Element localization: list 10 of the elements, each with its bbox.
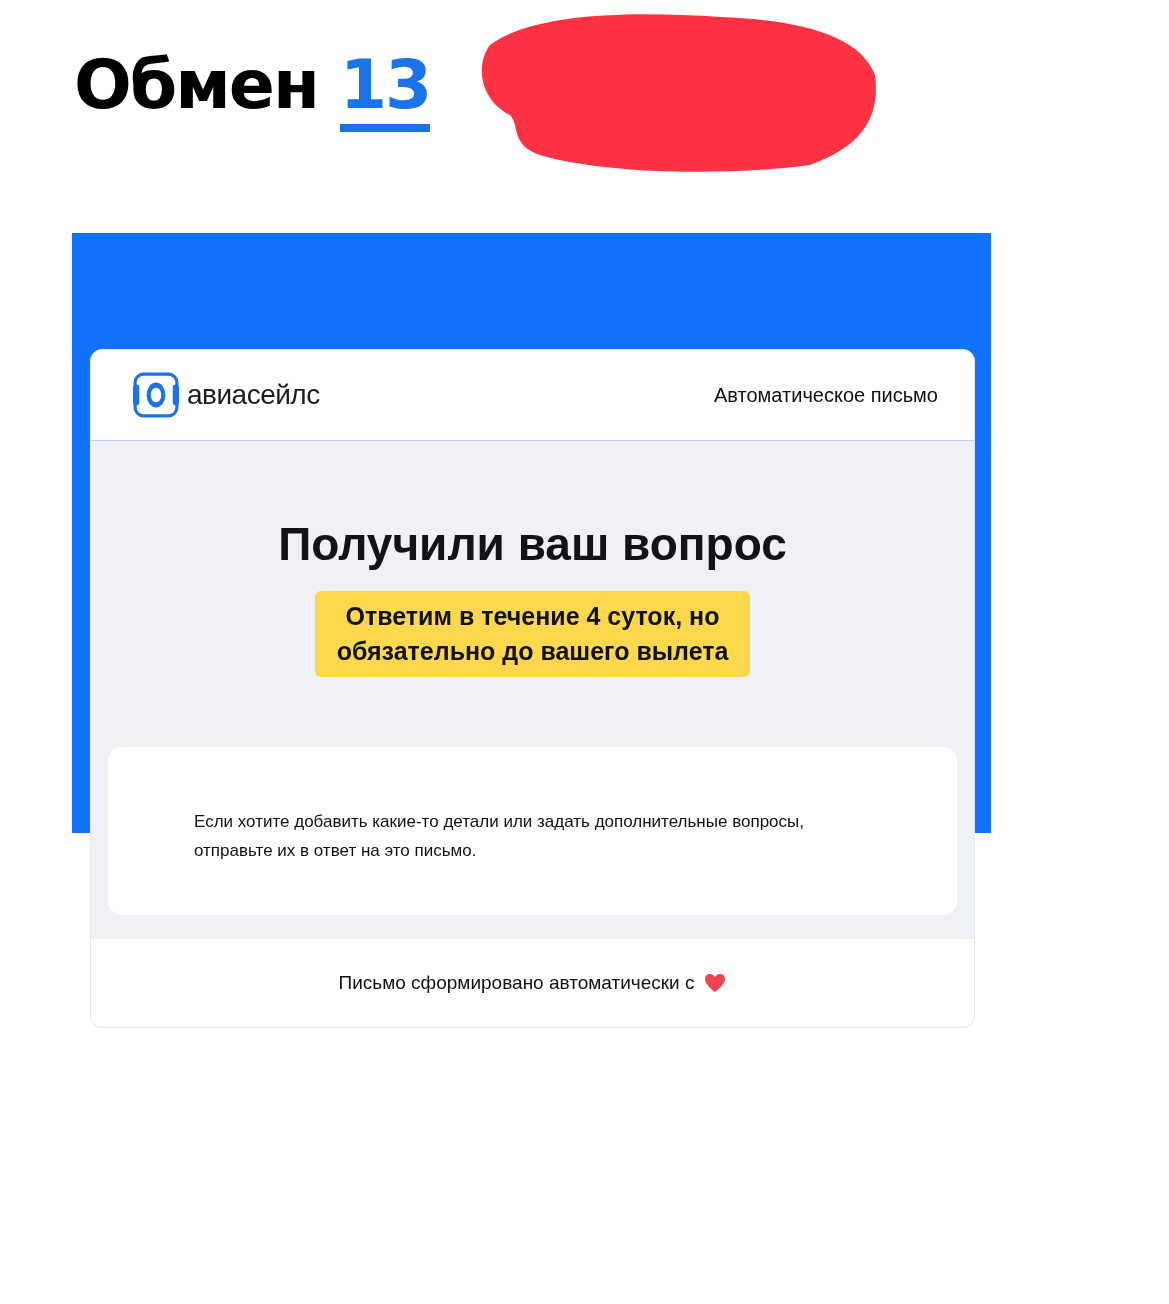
brand-name: авиасейлс bbox=[187, 379, 320, 411]
headline: Обмен bbox=[74, 45, 319, 124]
header-note: Автоматическое письмо bbox=[714, 383, 938, 407]
footer-text: Письмо сформировано автоматически с bbox=[338, 972, 695, 994]
logo-icon bbox=[133, 372, 179, 418]
order-number-link[interactable]: 13 bbox=[339, 45, 431, 132]
email-title: Получили ваш вопрос bbox=[278, 517, 787, 571]
heart-icon bbox=[704, 973, 727, 993]
message-text: Если хотите добавить какие-то детали или задать дополнительные вопросы, отправьте их в ответ на это письмо. bbox=[194, 811, 805, 862]
notice-banner: Ответим в течение 4 суток, но обязательно до вашего вылета bbox=[315, 591, 750, 677]
